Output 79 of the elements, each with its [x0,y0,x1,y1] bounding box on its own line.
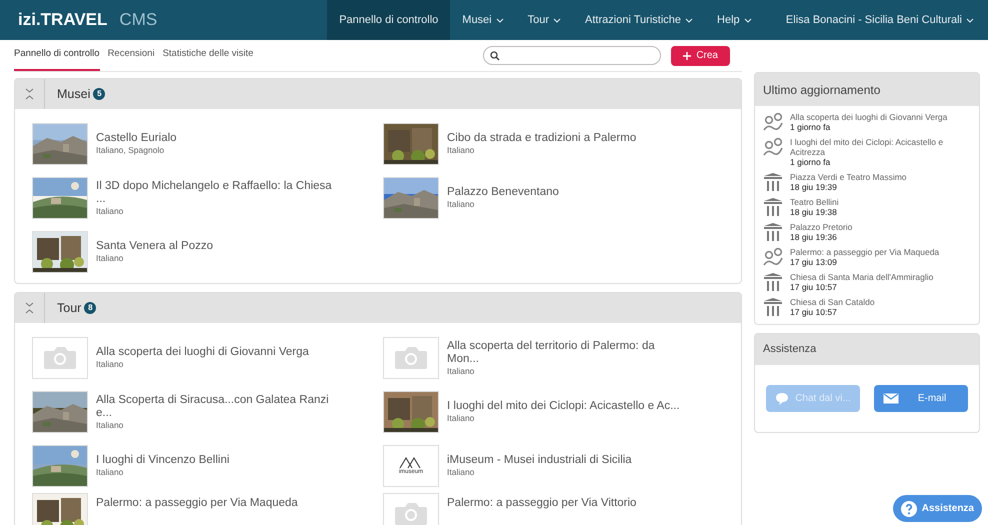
panel-title: Ultimo aggiornamento [755,73,979,106]
product-name: CMS [119,9,158,32]
update-title[interactable]: Teatro Bellini [790,197,839,207]
item-languages: Italiano [447,467,476,478]
nav-menu-item[interactable]: Musei [450,0,516,40]
item-languages: Italiano [447,199,476,210]
map-pins-icon [762,137,784,157]
panel-title: Assistenza [755,334,979,365]
chevrons-icon [25,88,34,100]
update-time: 17 giu 10:57 [790,307,838,318]
tab[interactable]: Recensioni [108,40,155,71]
item-title[interactable]: Castello Eurialo [96,132,177,145]
columns-icon [762,222,784,242]
item-title[interactable]: Santa Venera al Pozzo [96,240,213,253]
item-languages: Italiano [96,467,124,478]
item-languages: Italiano [447,366,476,376]
camera-icon [43,346,77,370]
item-title[interactable]: Palermo: a passeggio per Via Vittorio [447,497,636,510]
update-time: 17 giu 13:09 [790,257,838,268]
update-time: 18 giu 19:39 [790,182,838,193]
update-title[interactable]: Palermo: a passeggio per Via Maqueda [790,247,940,257]
update-time: 17 giu 10:57 [790,282,838,293]
update-title[interactable]: Chiesa di Santa Maria dell'Ammiraglio [790,272,934,282]
item-languages: Italiano [96,253,124,264]
tab[interactable]: Statistiche delle visite [162,40,254,71]
nav-menu-item[interactable]: Help [705,0,764,40]
user-menu[interactable]: Elisa Bonacini - Sicilia Beni Culturali [786,12,974,28]
chat-bubble-icon [775,392,789,405]
item-languages: Italiano [447,413,476,424]
item-title[interactable]: Palermo: a passeggio per Via Maqueda [96,497,298,510]
item-title[interactable]: I luoghi di Vincenzo Bellini [96,454,230,467]
help-icon [900,500,917,516]
tab[interactable]: Pannello di controllo [14,40,100,71]
update-title[interactable]: I luoghi del mito dei Ciclopi: Acicastello e Acitrezza [790,137,972,157]
nav-menu-item[interactable]: Tour [516,0,574,40]
item-languages: Italiano [96,359,124,370]
map-pins-icon [762,112,784,132]
item-languages: Italiano [96,206,124,216]
update-time: 18 giu 19:38 [790,207,838,218]
update-title[interactable]: Piazza Verdi e Teatro Massimo [790,172,907,182]
columns-icon [762,197,784,217]
search-icon [490,50,500,60]
camera-icon [394,502,428,525]
item-languages: Italiano, Spagnolo [96,145,166,156]
update-time: 1 giorno fa [790,157,832,168]
item-title[interactable]: Il 3D dopo Michelangelo e Raffaello: la Chiesa ... [96,180,336,206]
update-title[interactable]: Palazzo Pretorio [790,222,852,232]
nav-menu-item[interactable]: Pannello di controllo [327,0,450,40]
camera-icon [394,346,428,370]
envelope-icon [883,393,899,404]
item-title[interactable]: Cibo da strada e tradizioni a Palermo [447,132,636,145]
item-title[interactable]: I luoghi del mito dei Ciclopi: Acicastello e Ac... [447,400,680,413]
columns-icon [762,172,784,192]
item-languages: Italiano [447,145,476,156]
mountains-logo-icon [399,457,423,469]
section-title: Tour [57,300,82,317]
update-time: 18 giu 19:36 [790,232,838,243]
item-title[interactable]: Alla Scoperta di Siracusa...con Galatea Ranzi e... [96,394,336,420]
update-title[interactable]: Chiesa di San Cataldo [790,297,875,307]
update-time: 1 giorno fa [790,122,832,133]
item-languages: Italiano [96,420,124,430]
item-title[interactable]: iMuseum - Musei industriali di Sicilia [447,454,632,467]
logo: izi.TRAVEL [18,9,108,32]
item-title[interactable]: Alla scoperta dei luoghi di Giovanni Verga [96,346,309,359]
nav-menu-item[interactable]: Attrazioni Turistiche [573,0,706,40]
section-title: Musei [57,86,90,103]
columns-icon [762,272,784,292]
plus-icon [683,52,692,60]
chevrons-icon [25,302,34,314]
item-title[interactable]: Palazzo Beneventano [447,186,559,199]
update-title[interactable]: Alla scoperta dei luoghi di Giovanni Verga [790,112,948,122]
map-pins-icon [762,247,784,267]
search-field[interactable] [483,46,662,65]
count-badge: 5 [93,88,106,100]
create-button[interactable]: Crea [671,46,730,66]
item-title[interactable]: Alla scoperta del territorio di Palermo: da Mon... [447,340,687,366]
caret-icon [966,18,974,22]
count-badge: 8 [84,302,96,314]
columns-icon [762,297,784,317]
